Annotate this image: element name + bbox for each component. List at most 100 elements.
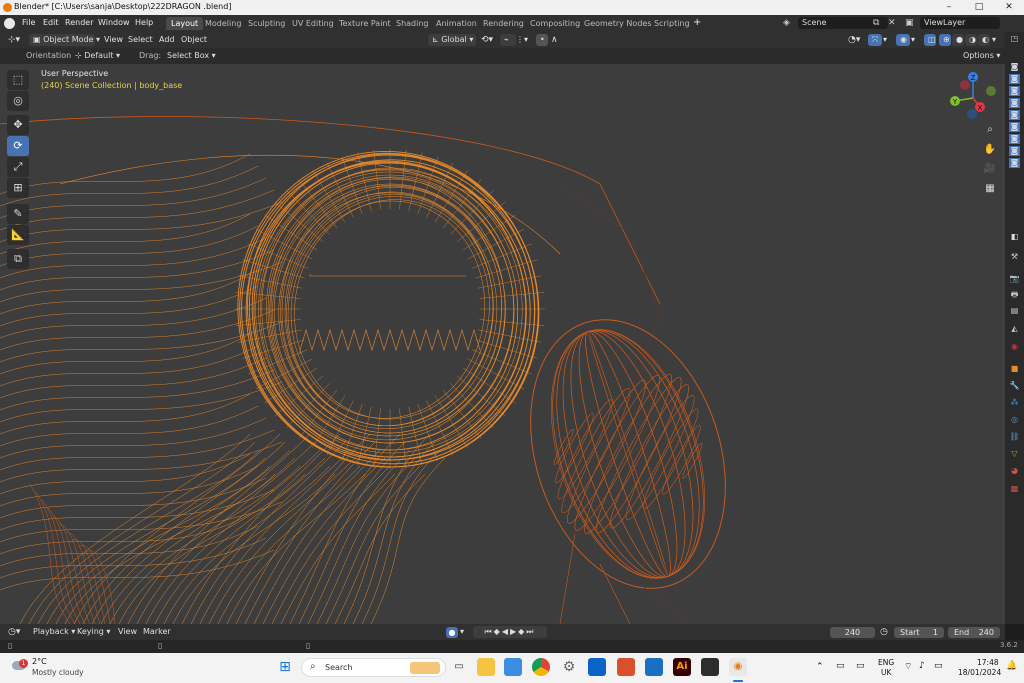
object-properties-icon[interactable]: ■ bbox=[1009, 364, 1020, 374]
app-red-icon[interactable] bbox=[617, 658, 635, 676]
rotate-tool-icon[interactable]: ⟳ bbox=[7, 136, 29, 156]
menu-timeline-view[interactable]: View bbox=[118, 627, 137, 636]
scale-tool-icon[interactable]: ⤢ bbox=[7, 157, 29, 177]
tab-rendering[interactable]: Rendering bbox=[478, 17, 529, 30]
language-code[interactable]: ENG bbox=[878, 658, 894, 667]
perspective-toggle-icon[interactable]: ▦ bbox=[982, 181, 998, 197]
neg-z-axis-handle[interactable] bbox=[967, 109, 977, 119]
shading-dropdown-icon[interactable]: ▾ bbox=[992, 35, 996, 44]
zoom-view-icon[interactable]: ⌕ bbox=[982, 122, 998, 138]
menu-help[interactable]: Help bbox=[135, 18, 153, 27]
end-frame-field[interactable]: End 240 bbox=[948, 627, 1000, 638]
menu-view[interactable]: View bbox=[104, 35, 123, 44]
snap-toggle-icon[interactable]: ⌁ bbox=[500, 34, 516, 46]
camera-visibility-icon[interactable]: ◙ bbox=[1009, 62, 1020, 72]
scene-icon[interactable]: ◈ bbox=[783, 18, 794, 29]
pan-view-icon[interactable]: ✋ bbox=[982, 142, 998, 158]
menu-render[interactable]: Render bbox=[65, 18, 93, 27]
modifier-properties-icon[interactable]: 🔧 bbox=[1009, 381, 1020, 391]
task-view-icon[interactable]: ▭ bbox=[450, 658, 468, 676]
blender-logo-icon[interactable] bbox=[4, 18, 15, 29]
camera-visibility-icon-6[interactable]: ◙ bbox=[1009, 122, 1020, 132]
annotate-tool-icon[interactable]: ✎ bbox=[7, 204, 29, 224]
add-cube-tool-icon[interactable]: ⧉ bbox=[7, 249, 29, 269]
file-explorer-icon[interactable] bbox=[477, 658, 495, 676]
view-layer-properties-icon[interactable]: ▤ bbox=[1009, 306, 1020, 316]
maximize-button[interactable]: □ bbox=[964, 0, 994, 15]
menu-keying[interactable]: Keying ▾ bbox=[77, 627, 110, 636]
menu-object[interactable]: Object bbox=[181, 35, 207, 44]
texture-properties-icon[interactable]: ▩ bbox=[1009, 484, 1020, 494]
neg-x-axis-handle[interactable] bbox=[960, 80, 970, 90]
camera-view-icon[interactable]: 🎥 bbox=[982, 161, 998, 177]
physics-properties-icon[interactable]: ◎ bbox=[1009, 415, 1020, 425]
tab-animation[interactable]: Animation bbox=[431, 17, 482, 30]
settings-icon[interactable]: ⚙ bbox=[560, 658, 578, 676]
solid-shading-icon[interactable]: ● bbox=[952, 34, 964, 46]
snap-target-icon[interactable]: ⋮▾ bbox=[516, 35, 528, 44]
tab-modeling[interactable]: Modeling bbox=[200, 17, 246, 30]
tray-device-icon[interactable]: ▭ bbox=[836, 661, 845, 671]
notifications-icon[interactable]: 🔔 bbox=[1006, 661, 1017, 671]
navigation-gizmo[interactable]: Z Y X bbox=[945, 70, 1001, 126]
outlook-icon[interactable] bbox=[588, 658, 606, 676]
camera-visibility-icon-8[interactable]: ◙ bbox=[1009, 146, 1020, 156]
battery-icon[interactable]: ▭ bbox=[934, 661, 943, 671]
tray-display-icon[interactable]: ▭ bbox=[856, 661, 865, 671]
editor-type-icon[interactable]: ⊹▾ bbox=[8, 35, 20, 45]
auto-keying-toggle-icon[interactable]: ● bbox=[446, 627, 458, 638]
select-box-tool-icon[interactable]: ⬚ bbox=[7, 70, 29, 90]
tab-layout[interactable]: Layout bbox=[166, 17, 204, 30]
material-properties-icon[interactable]: ◕ bbox=[1009, 466, 1020, 476]
3d-viewport[interactable] bbox=[0, 64, 1005, 624]
menu-marker[interactable]: Marker bbox=[143, 627, 171, 636]
show-hidden-icons-chevron-icon[interactable]: ⌃ bbox=[816, 662, 824, 672]
microsoft-store-icon[interactable] bbox=[504, 658, 522, 676]
windows-start-icon[interactable]: ⊞ bbox=[276, 658, 294, 676]
tab-compositing[interactable]: Compositing bbox=[525, 17, 585, 30]
blender-icon[interactable]: ◉ bbox=[729, 658, 747, 676]
camera-visibility-icon-5[interactable]: ◙ bbox=[1009, 110, 1020, 120]
visibility-icon[interactable]: ◔▾ bbox=[848, 35, 860, 45]
wireframe-shading-icon[interactable]: ⊕ bbox=[939, 34, 951, 46]
options-dropdown[interactable]: Options ▾ bbox=[959, 50, 1001, 62]
data-properties-icon[interactable]: ▽ bbox=[1009, 449, 1020, 459]
particles-properties-icon[interactable]: ⁂ bbox=[1009, 398, 1020, 408]
tab-scripting[interactable]: Scripting bbox=[649, 17, 695, 30]
sticky-notes-icon[interactable] bbox=[701, 658, 719, 676]
xray-toggle-icon[interactable]: ◫ bbox=[924, 34, 936, 46]
move-tool-icon[interactable]: ✥ bbox=[7, 115, 29, 135]
timeline-editor-icon[interactable]: ◷▾ bbox=[8, 627, 20, 637]
falloff-icon[interactable]: ∧ bbox=[551, 35, 558, 45]
camera-visibility-icon-4[interactable]: ◙ bbox=[1009, 98, 1020, 108]
mail-icon[interactable] bbox=[645, 658, 663, 676]
volume-icon[interactable]: ♪ bbox=[919, 661, 925, 671]
new-scene-icon[interactable]: ⧉ bbox=[873, 18, 879, 28]
camera-visibility-icon-7[interactable]: ◙ bbox=[1009, 134, 1020, 144]
menu-select[interactable]: Select bbox=[128, 35, 153, 44]
weather-widget[interactable]: 1 bbox=[10, 659, 28, 675]
render-properties-icon[interactable]: 📷 bbox=[1009, 274, 1020, 284]
clock-time[interactable]: 17:48 bbox=[977, 658, 999, 667]
minimize-button[interactable]: – bbox=[934, 0, 964, 15]
preview-range-icon[interactable]: ◷ bbox=[880, 627, 888, 637]
rendered-shading-icon[interactable]: ◐ bbox=[978, 34, 990, 46]
illustrator-icon[interactable]: Ai bbox=[673, 658, 691, 676]
camera-visibility-icon-9[interactable]: ◙ bbox=[1009, 158, 1020, 168]
menu-file[interactable]: File bbox=[22, 18, 35, 27]
mode-selector[interactable]: ▣ Object Mode ▾ bbox=[29, 34, 100, 46]
cursor-tool-icon[interactable]: ◎ bbox=[7, 91, 29, 111]
keying-dropdown-icon[interactable]: ▾ bbox=[460, 627, 464, 636]
measure-tool-icon[interactable]: 📐 bbox=[7, 225, 29, 245]
transform-tool-icon[interactable]: ⊞ bbox=[7, 178, 29, 198]
search-box[interactable]: ⌕ Search bbox=[301, 658, 446, 677]
overlays-dropdown-icon[interactable]: ▾ bbox=[911, 35, 915, 44]
view-layer-selector[interactable]: ViewLayer bbox=[920, 17, 1000, 29]
tab-sculpting[interactable]: Sculpting bbox=[243, 17, 290, 30]
view-layer-icon[interactable]: ▣ bbox=[905, 18, 916, 29]
menu-edit[interactable]: Edit bbox=[43, 18, 59, 27]
add-workspace-button[interactable]: + bbox=[693, 17, 701, 28]
drag-dropdown[interactable]: Select Box ▾ bbox=[163, 50, 216, 62]
neg-y-axis-handle[interactable] bbox=[986, 86, 996, 96]
material-shading-icon[interactable]: ◑ bbox=[965, 34, 977, 46]
